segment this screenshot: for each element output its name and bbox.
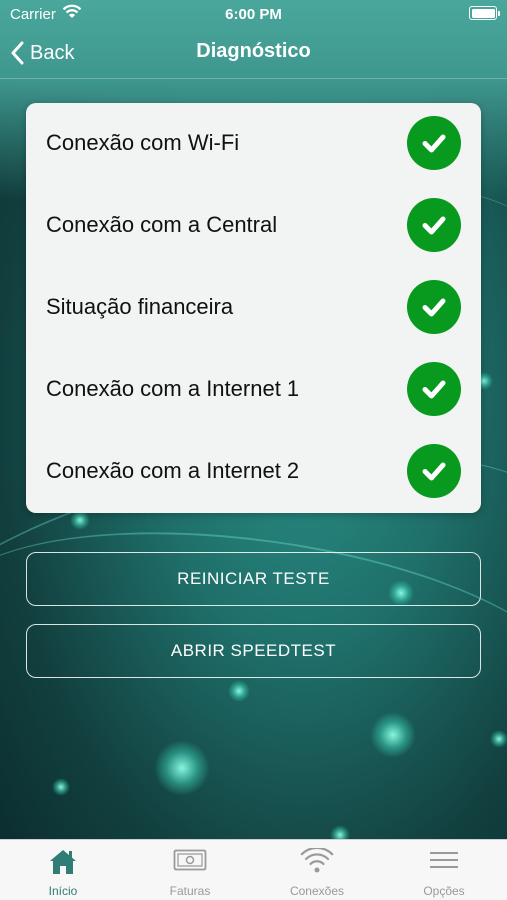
tab-faturas[interactable]: Faturas	[127, 840, 253, 900]
check-row-central: Conexão com a Central	[26, 185, 481, 267]
background-glow-orb	[490, 730, 507, 748]
tab-opcoes[interactable]: Opções	[381, 840, 507, 900]
bill-icon	[127, 848, 253, 878]
background-glow-orb	[370, 712, 416, 758]
check-label: Situação financeira	[46, 294, 234, 319]
background-glow-orb	[154, 740, 210, 796]
status-time: 6:00 PM	[225, 6, 282, 23]
tab-bar: Início Faturas Conexões Opções	[0, 839, 507, 900]
check-success-icon	[407, 444, 461, 498]
check-row-internet-1: Conexão com a Internet 1	[26, 349, 481, 431]
check-label: Conexão com a Central	[46, 212, 278, 237]
battery-icon	[469, 6, 500, 20]
check-success-icon	[407, 362, 461, 416]
home-icon	[0, 848, 126, 878]
check-label: Conexão com a Internet 2	[46, 458, 300, 483]
status-bar: Carrier 6:00 PM	[0, 0, 507, 28]
check-row-financial: Situação financeira	[26, 267, 481, 349]
tab-label: Faturas	[169, 884, 211, 898]
page-title: Diagnóstico	[196, 40, 311, 62]
background-glow-orb	[70, 510, 90, 530]
diagnostic-checklist: Conexão com Wi-Fi Conexão com a Central …	[26, 103, 481, 513]
screen: Carrier 6:00 PM Back Diagnóstico Conexão…	[0, 0, 507, 900]
tab-conexoes[interactable]: Conexões	[254, 840, 380, 900]
navigation-bar: Back Diagnóstico	[0, 28, 507, 79]
restart-test-button[interactable]: REINICIAR TESTE	[26, 552, 481, 606]
tab-label: Opções	[423, 884, 465, 898]
check-label: Conexão com Wi-Fi	[46, 130, 240, 155]
tab-inicio[interactable]: Início	[0, 840, 126, 900]
tab-label: Conexões	[289, 884, 345, 898]
check-success-icon	[407, 198, 461, 252]
tab-label: Início	[48, 884, 78, 898]
open-speedtest-button[interactable]: ABRIR SPEEDTEST	[26, 624, 481, 678]
background-glow-orb	[52, 778, 70, 796]
check-row-wifi: Conexão com Wi-Fi	[26, 103, 481, 185]
check-label: Conexão com a Internet 1	[46, 376, 300, 401]
check-success-icon	[407, 280, 461, 334]
background-glow-orb	[228, 680, 250, 702]
check-row-internet-2: Conexão com a Internet 2	[26, 431, 481, 513]
menu-icon	[381, 848, 507, 878]
check-success-icon	[407, 116, 461, 170]
wifi-icon	[254, 848, 380, 878]
